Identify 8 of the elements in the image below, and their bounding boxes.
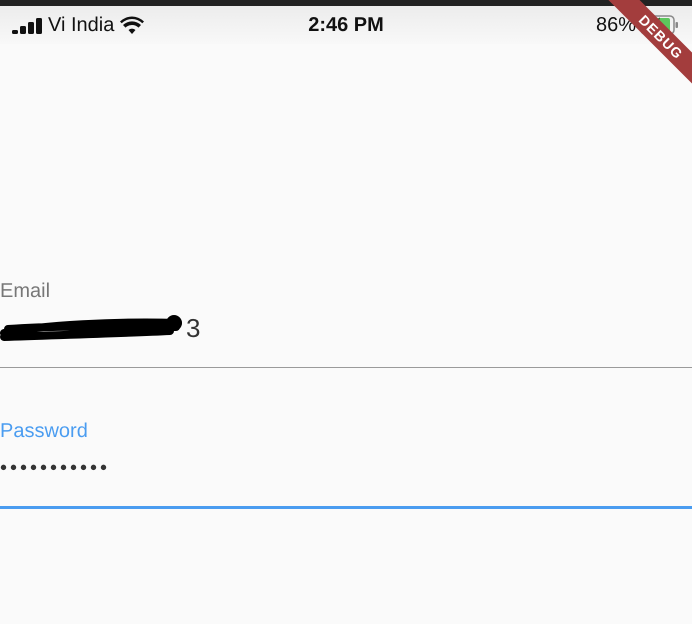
email-value: 3 <box>186 312 200 344</box>
carrier-name: Vi India <box>48 14 114 36</box>
password-dots: ••••••••••• <box>0 456 110 480</box>
field-label: Password <box>0 420 89 443</box>
password-field[interactable]: Password ••••••••••• <box>0 420 692 509</box>
clock-time: 2:46 PM <box>308 14 384 36</box>
field-label: Email <box>0 280 52 303</box>
email-field[interactable]: Email 3 <box>0 280 692 368</box>
